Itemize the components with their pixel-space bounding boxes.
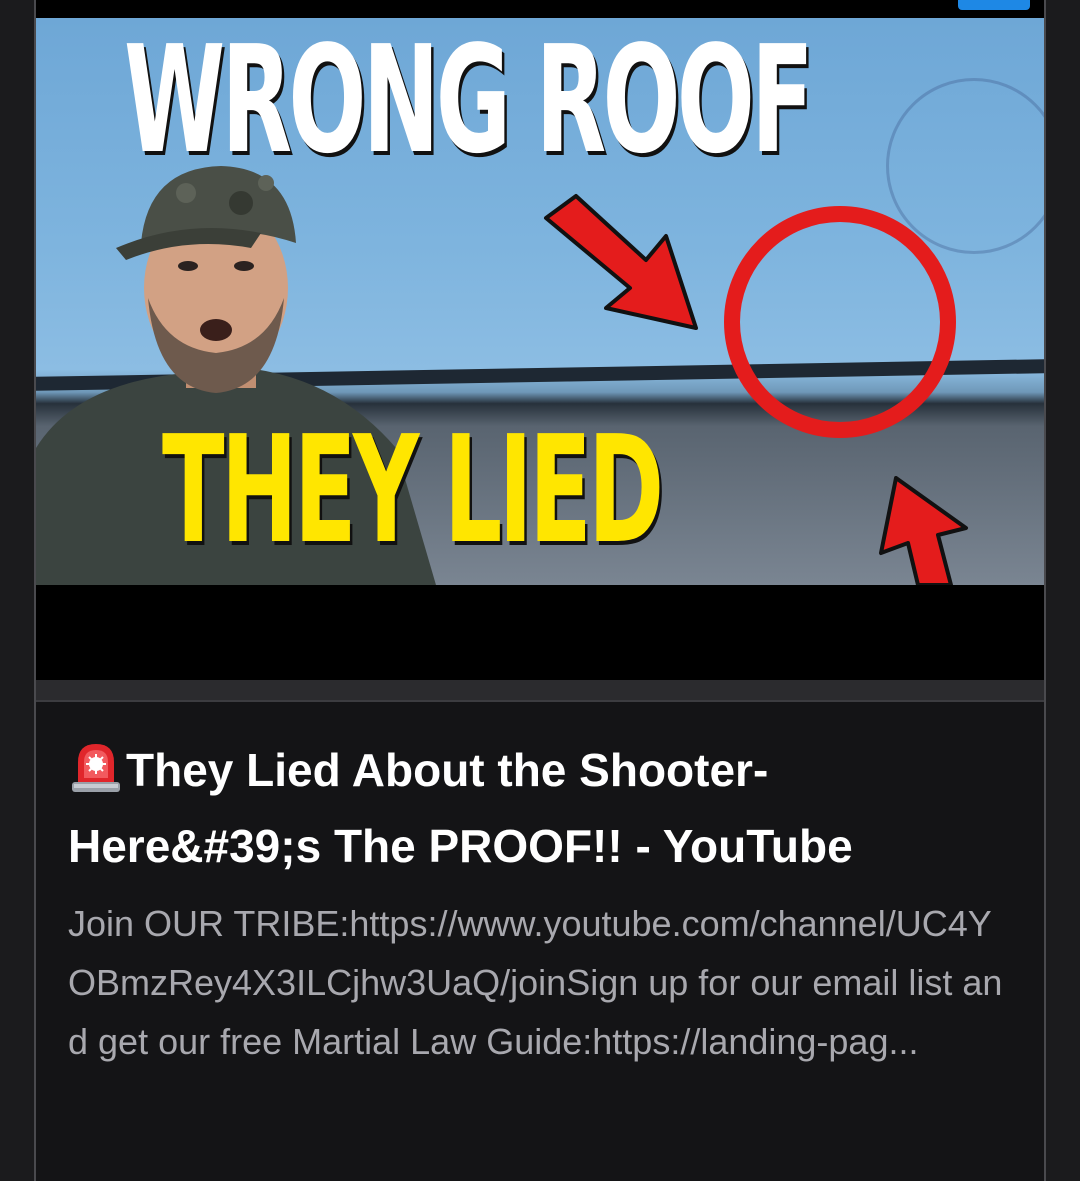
top-badge <box>958 0 1030 10</box>
preview-title-text: They Lied About the Shooter-Here&#39;s T… <box>68 744 853 872</box>
watermark-stamp <box>886 78 1044 254</box>
arrow-up-icon <box>879 476 968 585</box>
thumbnail-letterbox <box>36 585 1044 680</box>
card-divider <box>36 680 1044 702</box>
link-preview-card[interactable]: WRONG ROOF THEY LIED They Lied About the… <box>34 0 1046 1181</box>
arrow-down-right-icon <box>544 194 698 330</box>
thumbnail-headline-bottom: THEY LIED <box>162 404 664 576</box>
thumbnail-container[interactable]: WRONG ROOF THEY LIED <box>36 0 1044 680</box>
highlight-circle <box>724 206 956 438</box>
video-thumbnail[interactable]: WRONG ROOF THEY LIED <box>36 18 1044 585</box>
preview-text-section[interactable]: They Lied About the Shooter-Here&#39;s T… <box>68 732 1018 1071</box>
preview-title[interactable]: They Lied About the Shooter-Here&#39;s T… <box>68 732 1018 884</box>
siren-icon <box>72 744 120 792</box>
page: WRONG ROOF THEY LIED They Lied About the… <box>0 0 1080 1181</box>
preview-description: Join OUR TRIBE:https://www.youtube.com/c… <box>68 903 1003 1062</box>
